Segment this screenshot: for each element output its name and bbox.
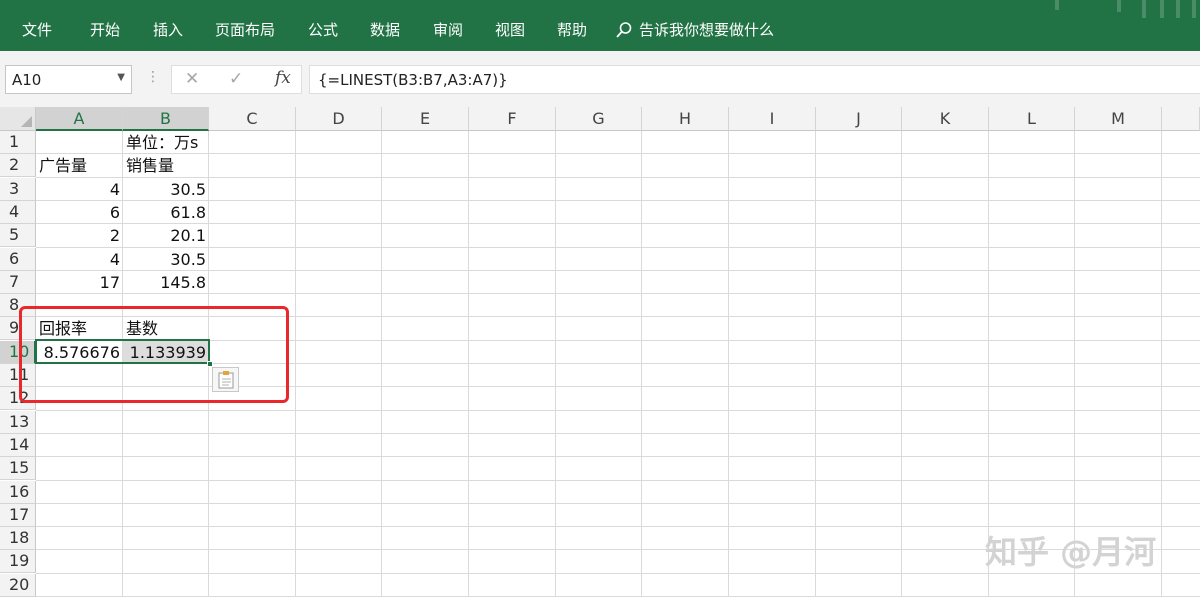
ribbon-tab-bar: 文件 开始 插入 页面布局 公式 数据 审阅 视图 帮助 告诉我你想要做什么 — [0, 0, 1200, 51]
tab-formulas[interactable]: 公式 — [308, 20, 338, 40]
select-all-triangle-icon — [21, 116, 32, 127]
row-header-5[interactable]: 5 — [0, 224, 36, 247]
column-header-h[interactable]: H — [642, 107, 729, 131]
row-gridline — [36, 456, 1200, 457]
insert-function-button[interactable]: fx — [275, 68, 291, 88]
cell-a6[interactable]: 4 — [36, 248, 123, 271]
ribbon-decoration — [1192, 0, 1196, 18]
column-header-d[interactable]: D — [296, 107, 382, 131]
tell-me-box[interactable]: 告诉我你想要做什么 — [615, 20, 774, 40]
ribbon-decoration — [1176, 0, 1180, 18]
formula-buttons: ✕ ✓ fx — [171, 65, 302, 94]
row-header-1[interactable]: 1 — [0, 131, 36, 154]
row-header-13[interactable]: 13 — [0, 411, 36, 434]
column-header-e[interactable]: E — [382, 107, 469, 131]
tab-page-layout[interactable]: 页面布局 — [215, 20, 275, 40]
column-header-partial[interactable] — [1162, 107, 1200, 131]
formula-text: {=LINEST(B3:B7,A3:A7)} — [318, 71, 508, 89]
row-gridline — [36, 433, 1200, 434]
row-gridline — [36, 293, 1200, 294]
row-header-17[interactable]: 17 — [0, 504, 36, 527]
select-all-button[interactable] — [0, 107, 36, 131]
ribbon-decoration — [1160, 0, 1164, 18]
row-gridline — [36, 573, 1200, 574]
ribbon-decoration — [1142, 0, 1146, 18]
row-header-16[interactable]: 16 — [0, 481, 36, 504]
cell-b7[interactable]: 145.8 — [123, 271, 209, 294]
tab-review[interactable]: 审阅 — [433, 20, 463, 40]
row-header-3[interactable]: 3 — [0, 178, 36, 201]
column-header-b[interactable]: B — [123, 107, 209, 131]
search-icon — [616, 22, 632, 38]
column-header-f[interactable]: F — [469, 107, 556, 131]
cell-b2[interactable]: 销售量 — [123, 154, 209, 177]
cell-a3[interactable]: 4 — [36, 178, 123, 201]
column-header-i[interactable]: I — [729, 107, 816, 131]
column-header-j[interactable]: J — [816, 107, 902, 131]
cell-a4[interactable]: 6 — [36, 201, 123, 224]
name-box-value: A10 — [12, 71, 42, 89]
column-header-g[interactable]: G — [556, 107, 642, 131]
formula-input[interactable]: {=LINEST(B3:B7,A3:A7)} — [309, 65, 1200, 94]
row-header-2[interactable]: 2 — [0, 154, 36, 177]
row-header-15[interactable]: 15 — [0, 457, 36, 480]
spreadsheet-grid[interactable]: A B C D E F G H I J K L M 1 2 3 4 5 6 7 8 9 10 11 12 13 14 15 16 17 18… — [0, 107, 1200, 597]
red-highlight-box — [19, 306, 289, 403]
column-header-a[interactable]: A — [36, 107, 123, 131]
cell-b3[interactable]: 30.5 — [123, 178, 209, 201]
column-header-k[interactable]: K — [902, 107, 989, 131]
row-gridline — [36, 223, 1200, 224]
cell-a7[interactable]: 17 — [36, 271, 123, 294]
row-gridline — [36, 480, 1200, 481]
row-gridline — [36, 247, 1200, 248]
row-gridline — [36, 200, 1200, 201]
ribbon-decoration — [1117, 0, 1121, 12]
tab-view[interactable]: 视图 — [495, 20, 525, 40]
ribbon-decoration — [1055, 0, 1059, 10]
chevron-down-icon[interactable]: ▼ — [117, 72, 125, 83]
cell-a2[interactable]: 广告量 — [36, 154, 123, 177]
row-gridline — [36, 270, 1200, 271]
close-icon[interactable]: ✕ — [185, 69, 199, 89]
column-header-l[interactable]: L — [989, 107, 1075, 131]
column-header-m[interactable]: M — [1075, 107, 1162, 131]
cell-a5[interactable]: 2 — [36, 224, 123, 247]
tab-help[interactable]: 帮助 — [557, 20, 587, 40]
row-header-14[interactable]: 14 — [0, 434, 36, 457]
cell-b6[interactable]: 30.5 — [123, 248, 209, 271]
cell-b5[interactable]: 20.1 — [123, 224, 209, 247]
watermark: 知乎 @月河 — [985, 533, 1157, 571]
row-gridline — [36, 177, 1200, 178]
check-icon[interactable]: ✓ — [229, 69, 243, 89]
formula-bar: A10 ▼ ⋮ ✕ ✓ fx {=LINEST(B3:B7,A3:A7)} — [0, 51, 1200, 107]
row-header-19[interactable]: 19 — [0, 550, 36, 573]
column-header-c[interactable]: C — [209, 107, 296, 131]
tab-home[interactable]: 开始 — [90, 20, 120, 40]
cell-b4[interactable]: 61.8 — [123, 201, 209, 224]
row-gridline — [36, 503, 1200, 504]
tab-file[interactable]: 文件 — [22, 20, 52, 40]
tab-insert[interactable]: 插入 — [153, 20, 183, 40]
cell-b1[interactable]: 单位：万s — [123, 131, 223, 154]
name-box[interactable]: A10 ▼ — [5, 65, 132, 94]
row-header-4[interactable]: 4 — [0, 201, 36, 224]
tab-data[interactable]: 数据 — [370, 20, 400, 40]
row-header-7[interactable]: 7 — [0, 271, 36, 294]
row-gridline — [36, 410, 1200, 411]
row-header-18[interactable]: 18 — [0, 527, 36, 550]
grip-dots-icon: ⋮ — [146, 69, 160, 85]
row-header-20[interactable]: 20 — [0, 574, 36, 597]
row-header-6[interactable]: 6 — [0, 248, 36, 271]
tell-me-text: 告诉我你想要做什么 — [639, 21, 775, 39]
